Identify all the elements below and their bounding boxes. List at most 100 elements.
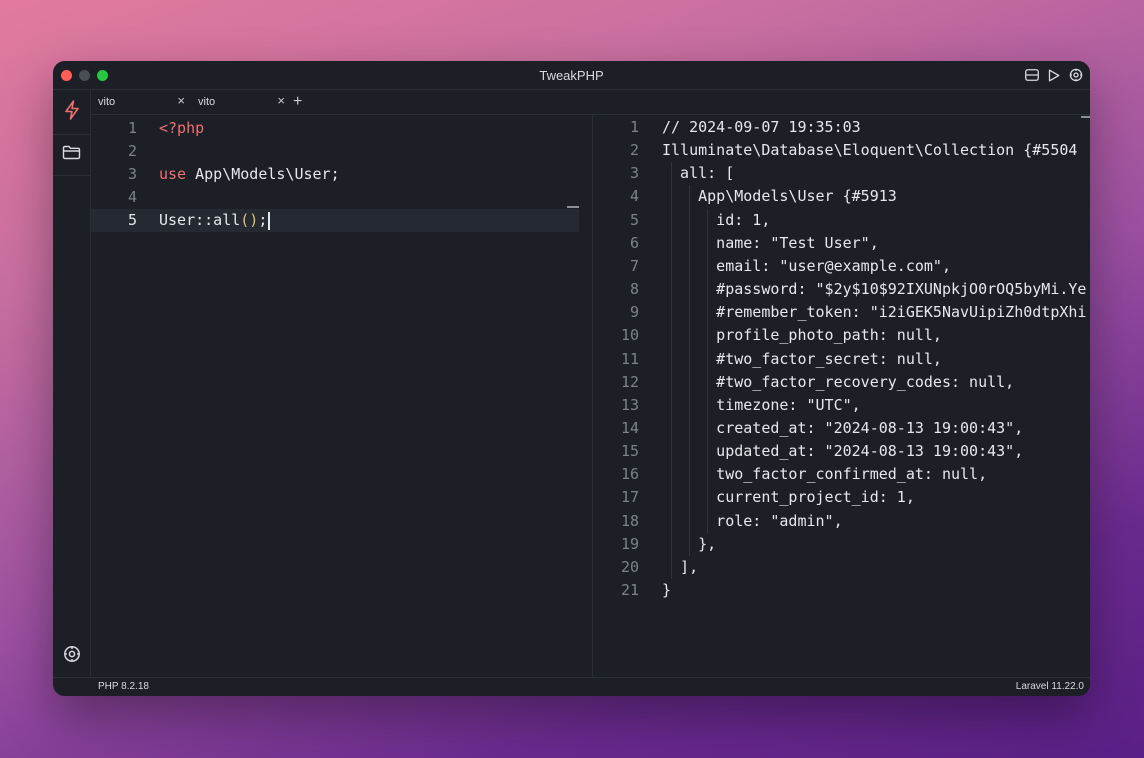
output-text: #remember_token: "i2iGEK5NavUipiZh0dtpXh… [662,303,1087,322]
output-line: 3 all: [ [593,162,1090,185]
line-number: 3 [127,165,137,183]
code-editor[interactable]: 1 <?php23 use App\Models\User;45 User::all(… [91,115,580,678]
output-line: 20 ], [593,556,1090,579]
output-line: 9 #remember_token: "i2iGEK5NavUipiZh0dtp… [593,301,1090,324]
close-tab-icon[interactable]: × [177,94,185,108]
output-line: 8 #password: "$2y$10$92IXUNpkjO0rOQ5byMi… [593,278,1090,301]
line-number: 14 [620,418,639,437]
output-text: #two_factor_secret: null, [662,349,942,368]
output-line: 2 Illuminate\Database\Eloquent\Collection… [593,139,1090,162]
line-number: 11 [620,349,639,368]
indent-guide [671,162,673,579]
open-folder-button[interactable] [53,134,90,176]
output-line: 17 current_project_id: 1, [593,486,1090,509]
text-cursor [268,211,271,230]
tab-label: vito [198,96,216,108]
output-text: email: "user@example.com", [662,256,951,275]
play-icon[interactable] [1046,67,1062,83]
laravel-version: Laravel 11.22.0 [1015,681,1084,692]
pane-divider[interactable] [579,115,591,678]
line-number: 20 [620,557,639,576]
line-number: 4 [629,187,639,206]
line-number: 2 [629,141,639,160]
line-number: 8 [629,280,639,299]
status-bar: PHP 8.2.18 Laravel 11.22.0 [53,677,1090,696]
folder-icon [62,145,81,165]
output-text: updated_at: "2024-08-13 19:00:43", [662,442,1024,461]
tab-vito-2[interactable]: vito × [191,90,291,114]
code-text: use App\Models\User; [159,165,340,183]
output-line: 13 timezone: "UTC", [593,394,1090,417]
editor-line[interactable]: 3 use App\Models\User; [91,163,579,186]
line-number: 2 [127,142,137,160]
titlebar-actions [1024,67,1084,83]
line-number: 1 [127,119,137,137]
close-tab-icon[interactable]: × [277,94,285,108]
output-text: } [662,581,672,599]
output-line: 11 #two_factor_secret: null, [593,348,1090,371]
indent-guide [707,208,709,533]
output-text: name: "Test User", [662,233,879,252]
output-text: profile_photo_path: null, [662,326,942,345]
editor-line[interactable]: 5 User::all(); [91,209,579,232]
line-number: 5 [629,210,639,229]
tab-vito-1[interactable]: vito × [91,90,191,114]
output-text: ], [662,557,699,576]
line-number: 21 [620,581,639,599]
line-number: 13 [620,395,639,414]
run-button[interactable] [53,92,90,132]
editor-line[interactable]: 4 [91,186,579,209]
output-line: 4 App\Models\User {#5913 [593,185,1090,208]
editor-line[interactable]: 1 <?php [91,117,579,140]
indent-guide [689,185,691,556]
output-line: 6 name: "Test User", [593,232,1090,255]
add-tab-button[interactable]: + [293,93,302,111]
output-line: 14 created_at: "2024-08-13 19:00:43", [593,417,1090,440]
gear-icon[interactable] [1068,67,1084,83]
output-panel: 1 // 2024-09-07 19:35:03 2 Illuminate\Datab… [592,115,1090,678]
editor-line[interactable]: 2 [91,140,579,163]
output-line: 7 email: "user@example.com", [593,255,1090,278]
output-text: // 2024-09-07 19:35:03 [662,118,861,136]
title-bar: TweakPHP [53,61,1090,90]
output-line: 16 two_factor_confirmed_at: null, [593,463,1090,486]
line-number: 15 [620,442,639,461]
line-number: 18 [620,511,639,530]
output-line: 5 id: 1, [593,209,1090,232]
output-text: id: 1, [662,210,771,229]
output-line: 10 profile_photo_path: null, [593,324,1090,347]
line-number: 7 [629,256,639,275]
line-number: 17 [620,488,639,507]
output-text: current_project_id: 1, [662,488,915,507]
line-number: 6 [629,233,639,252]
output-text: App\Models\User {#5913 [662,187,897,206]
split-layout-icon[interactable] [1024,67,1040,83]
php-version: PHP 8.2.18 [98,681,149,692]
app-window: TweakPHP vito × vito × + 1 <?php 2 3 use… [53,61,1090,696]
window-title: TweakPHP [539,68,604,83]
settings-button[interactable] [53,636,90,676]
output-text: all: [ [662,164,735,183]
line-number: 3 [629,164,639,183]
tab-bar: vito × vito × + [91,90,1090,115]
line-number: 1 [629,118,639,136]
code-text: User::all(); [159,209,271,232]
tab-label: vito [98,96,116,108]
line-number: 16 [620,465,639,484]
line-number: 5 [127,211,137,229]
output-line: 21} [593,579,1090,602]
line-number: 12 [620,372,639,391]
sidebar [53,90,91,678]
output-text: created_at: "2024-08-13 19:00:43", [662,418,1024,437]
output-line: 18 role: "admin", [593,510,1090,533]
line-number: 9 [629,303,639,322]
line-number: 10 [620,326,639,345]
line-number: 4 [127,188,137,206]
output-text: two_factor_confirmed_at: null, [662,465,988,484]
output-line: 19 }, [593,533,1090,556]
output-text: #two_factor_recovery_codes: null, [662,372,1015,391]
lightning-icon [64,99,80,125]
line-number: 19 [620,534,639,553]
output-line: 15 updated_at: "2024-08-13 19:00:43", [593,440,1090,463]
gear-icon [63,645,81,668]
